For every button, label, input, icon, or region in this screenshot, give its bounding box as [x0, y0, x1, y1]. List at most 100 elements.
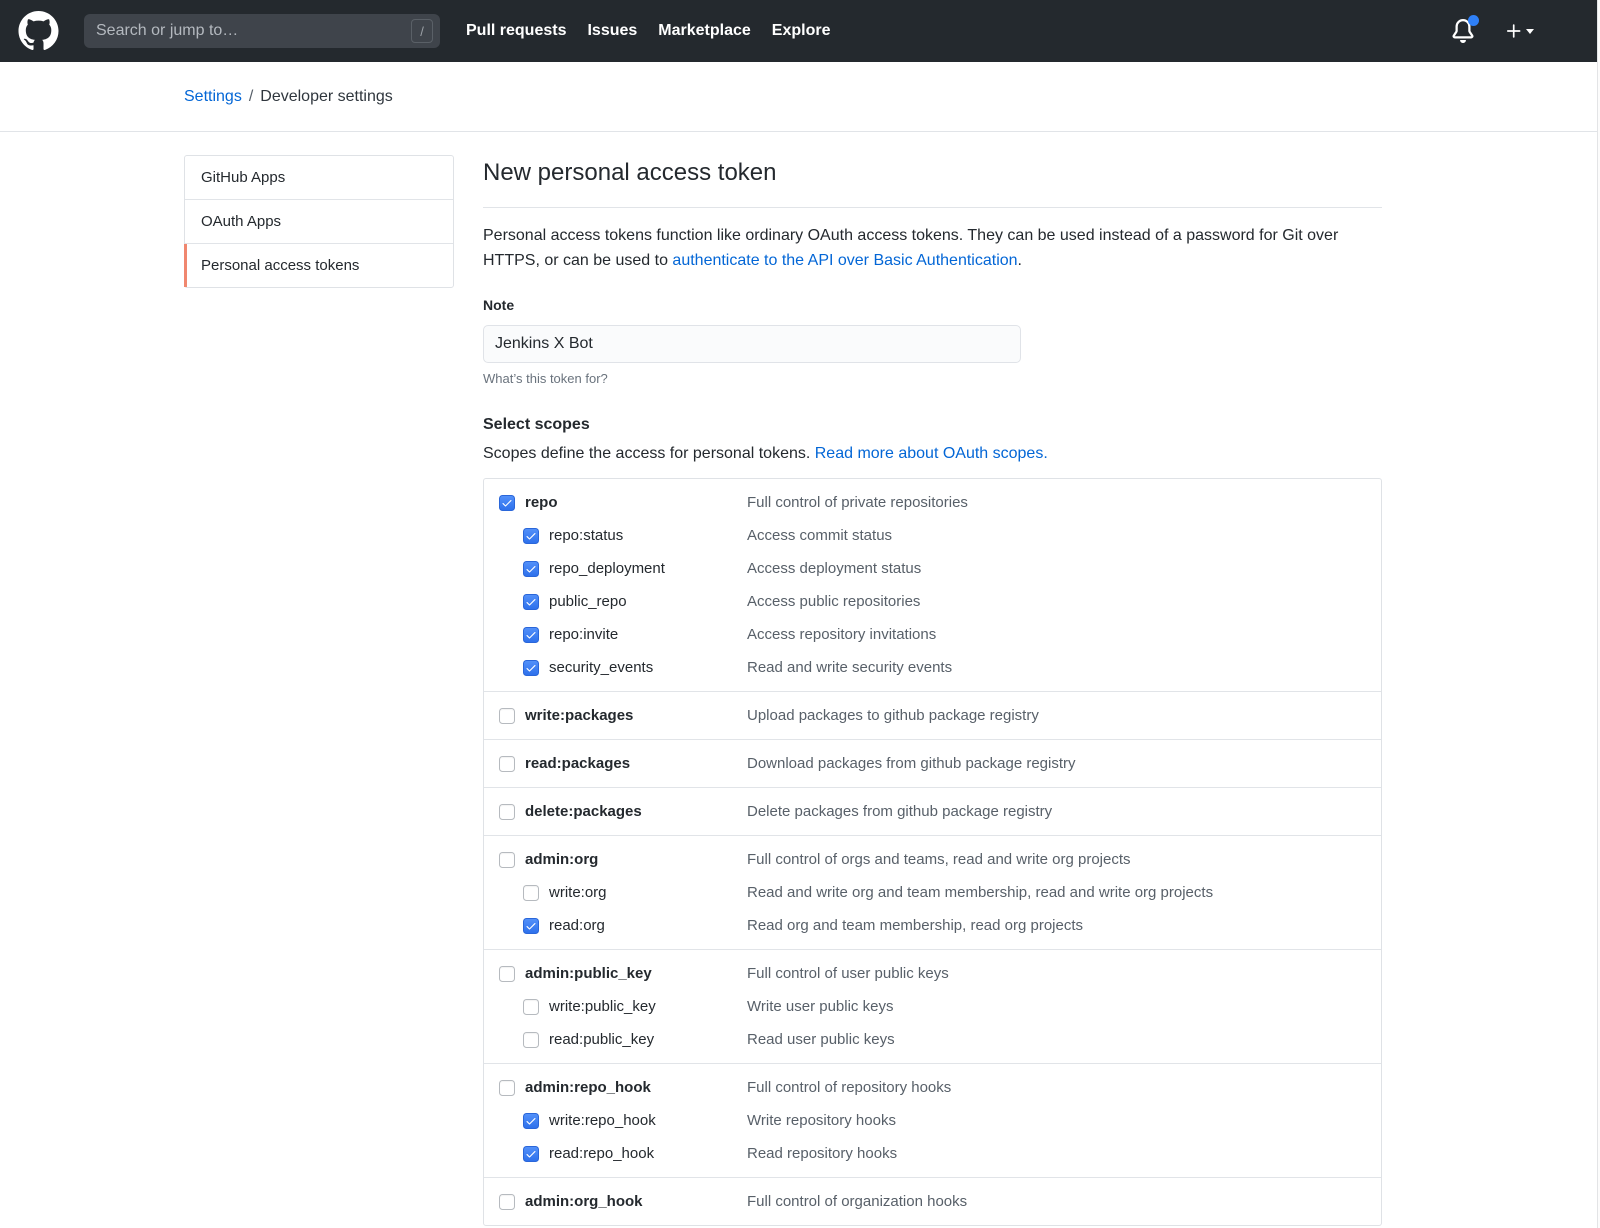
scope-checkbox[interactable]	[523, 918, 539, 934]
intro-text-end: .	[1018, 252, 1022, 269]
scope-group: admin:org_hook Full control of organizat…	[484, 1177, 1381, 1225]
scope-description: Upload packages to github package regist…	[747, 707, 1039, 724]
scope-name: write:packages	[525, 707, 633, 724]
scope-checkbox[interactable]	[523, 1113, 539, 1129]
sidebar-item-github-apps[interactable]: GitHub Apps	[185, 156, 453, 199]
scope-checkbox[interactable]	[523, 528, 539, 544]
scope-row: repo_deployment Access deployment status	[523, 552, 1366, 585]
scope-name: admin:repo_hook	[525, 1079, 651, 1096]
scope-children: write:org Read and write org and team me…	[523, 876, 1366, 942]
scope-checkbox[interactable]	[523, 885, 539, 901]
scope-children: write:public_key Write user public keys …	[523, 990, 1366, 1056]
sidebar-item-oauth-apps[interactable]: OAuth Apps	[185, 199, 453, 243]
intro-paragraph: Personal access tokens function like ord…	[483, 223, 1382, 273]
scope-description: Download packages from github package re…	[747, 755, 1076, 772]
navbar-link[interactable]: Pull requests	[466, 22, 566, 40]
scope-row: security_events Read and write security …	[523, 651, 1366, 684]
scope-group: admin:repo_hook Full control of reposito…	[484, 1063, 1381, 1177]
scope-row: repo:status Access commit status	[523, 519, 1366, 552]
scope-row: write:org Read and write org and team me…	[523, 876, 1366, 909]
breadcrumb: Settings/Developer settings	[184, 88, 393, 106]
page-body: GitHub AppsOAuth AppsPersonal access tok…	[184, 132, 1382, 1226]
scope-checkbox[interactable]	[523, 1146, 539, 1162]
navbar-link[interactable]: Marketplace	[658, 22, 751, 40]
scope-children: repo:status Access commit status repo_de…	[523, 519, 1366, 684]
note-help-text: What’s this token for?	[483, 371, 1382, 386]
page-title: New personal access token	[483, 155, 1382, 208]
navbar-link[interactable]: Issues	[587, 22, 637, 40]
scope-description: Access deployment status	[747, 560, 921, 577]
scope-description: Delete packages from github package regi…	[747, 803, 1052, 820]
scope-group: admin:public_key Full control of user pu…	[484, 949, 1381, 1063]
scope-row: write:repo_hook Write repository hooks	[523, 1104, 1366, 1137]
scope-checkbox[interactable]	[499, 756, 515, 772]
header-search: /	[84, 14, 440, 48]
scope-children: write:repo_hook Write repository hooks r…	[523, 1104, 1366, 1170]
scope-row: admin:org_hook Full control of organizat…	[499, 1185, 1366, 1218]
scope-checkbox[interactable]	[499, 708, 515, 724]
scope-row: read:public_key Read user public keys	[523, 1023, 1366, 1056]
scope-name: write:org	[549, 884, 607, 901]
create-new-button[interactable]	[1505, 22, 1534, 40]
scope-checkbox[interactable]	[499, 495, 515, 511]
scope-checkbox[interactable]	[499, 966, 515, 982]
scope-group: read:packages Download packages from git…	[484, 739, 1381, 787]
scope-description: Read org and team membership, read org p…	[747, 917, 1083, 934]
scope-name: repo_deployment	[549, 560, 665, 577]
scope-name: read:public_key	[549, 1031, 654, 1048]
scope-description: Read and write security events	[747, 659, 952, 676]
scope-checkbox[interactable]	[523, 999, 539, 1015]
scope-checkbox[interactable]	[523, 594, 539, 610]
scope-name: repo	[525, 494, 558, 511]
scope-group: delete:packages Delete packages from git…	[484, 787, 1381, 835]
caret-down-icon	[1526, 29, 1534, 34]
slash-key-hint: /	[411, 19, 433, 43]
scope-checkbox[interactable]	[499, 1194, 515, 1210]
select-scopes-heading: Select scopes	[483, 416, 1382, 434]
scope-checkbox[interactable]	[499, 804, 515, 820]
navbar-link[interactable]: Explore	[772, 22, 831, 40]
scope-checkbox[interactable]	[523, 1032, 539, 1048]
scope-name: admin:org	[525, 851, 598, 868]
oauth-scopes-link[interactable]: Read more about OAuth scopes.	[815, 445, 1048, 462]
scope-description: Access public repositories	[747, 593, 920, 610]
note-input[interactable]	[483, 325, 1021, 363]
scope-row: read:repo_hook Read repository hooks	[523, 1137, 1366, 1170]
basic-auth-link[interactable]: authenticate to the API over Basic Authe…	[672, 252, 1017, 269]
scope-checkbox[interactable]	[523, 627, 539, 643]
scope-name: admin:public_key	[525, 965, 652, 982]
scope-name: public_repo	[549, 593, 627, 610]
scope-name: read:packages	[525, 755, 630, 772]
scope-row: admin:repo_hook Full control of reposito…	[499, 1071, 1366, 1104]
scope-name: security_events	[549, 659, 653, 676]
scope-description: Full control of organization hooks	[747, 1193, 967, 1210]
notification-dot	[1468, 15, 1479, 26]
scope-name: write:public_key	[549, 998, 656, 1015]
scope-description: Read user public keys	[747, 1031, 895, 1048]
scope-row: write:public_key Write user public keys	[523, 990, 1366, 1023]
breadcrumb-bar: Settings/Developer settings	[0, 62, 1600, 132]
scope-description: Read repository hooks	[747, 1145, 897, 1162]
main-content: New personal access token Personal acces…	[483, 155, 1382, 1226]
scope-checkbox[interactable]	[499, 852, 515, 868]
search-input[interactable]	[84, 14, 440, 48]
scope-description: Full control of repository hooks	[747, 1079, 951, 1096]
plus-icon	[1505, 22, 1523, 40]
scope-description: Full control of orgs and teams, read and…	[747, 851, 1131, 868]
scope-name: repo:status	[549, 527, 623, 544]
settings-sidebar: GitHub AppsOAuth AppsPersonal access tok…	[184, 155, 454, 288]
github-logo-icon[interactable]	[18, 11, 59, 51]
scope-description: Full control of private repositories	[747, 494, 968, 511]
scope-name: repo:invite	[549, 626, 618, 643]
sidebar-item-personal-access-tokens[interactable]: Personal access tokens	[185, 243, 453, 287]
scope-checkbox[interactable]	[523, 660, 539, 676]
scope-name: read:org	[549, 917, 605, 934]
notifications-button[interactable]	[1451, 19, 1475, 43]
scope-checkbox[interactable]	[523, 561, 539, 577]
breadcrumb-link-settings[interactable]: Settings	[184, 88, 242, 105]
scope-group: write:packages Upload packages to github…	[484, 691, 1381, 739]
scope-checkbox[interactable]	[499, 1080, 515, 1096]
scope-description: Full control of user public keys	[747, 965, 949, 982]
scope-name: delete:packages	[525, 803, 642, 820]
breadcrumb-separator: /	[249, 88, 253, 105]
